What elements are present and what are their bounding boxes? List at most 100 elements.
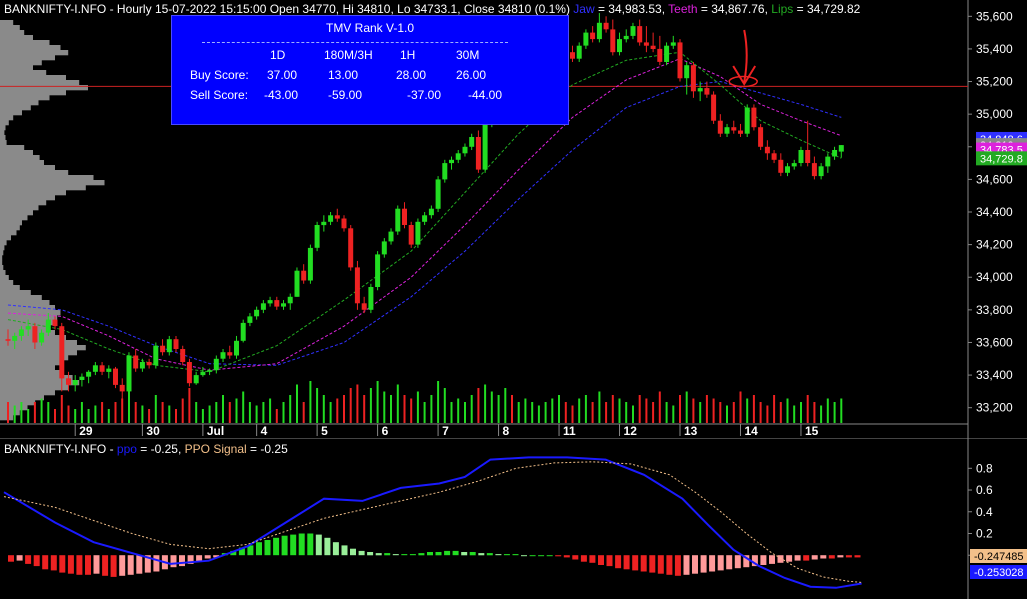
- ppo-histogram-bar: [273, 537, 280, 556]
- volume-bar: [705, 395, 708, 423]
- volume-profile-bar: [0, 25, 20, 31]
- ppo-histogram-bar: [102, 555, 109, 576]
- candle-body: [690, 65, 696, 92]
- ppo-badge-label: -0.247485: [974, 551, 1024, 563]
- ppo-histogram-bar: [657, 555, 664, 574]
- candle-body: [758, 127, 764, 147]
- candle-body: [25, 326, 31, 330]
- volume-profile-bar: [0, 385, 69, 391]
- volume-bar: [60, 395, 63, 423]
- volume-bar: [437, 381, 440, 423]
- candle-body: [475, 137, 481, 170]
- price-tick-label: 35,600: [976, 9, 1013, 23]
- volume-bar: [390, 395, 392, 423]
- candle-body: [643, 42, 649, 46]
- volume-bar: [201, 409, 204, 423]
- volume-profile-bar: [0, 240, 7, 246]
- ppo-histogram-bar: [42, 555, 49, 570]
- candle-body: [415, 221, 421, 245]
- volume-bar: [309, 381, 312, 423]
- volume-bar: [40, 398, 43, 423]
- volume-bar: [645, 398, 648, 423]
- candle-body: [281, 303, 286, 307]
- ppo-histogram-bar: [204, 555, 211, 559]
- volume-bar: [282, 402, 285, 423]
- ppo-histogram-bar: [632, 555, 639, 571]
- candle-body: [12, 335, 18, 341]
- ppo-histogram-bar: [315, 534, 322, 556]
- candle-body: [126, 355, 132, 392]
- volume-profile-bar: [0, 255, 3, 261]
- volume-bar: [759, 402, 762, 423]
- candle-body: [186, 362, 192, 384]
- candle-body: [764, 146, 770, 154]
- volume-bar: [484, 384, 487, 423]
- time-tick-label: 8: [503, 424, 510, 438]
- candle-body: [213, 358, 219, 371]
- ppo-histogram-bar: [666, 555, 673, 575]
- volume-bar: [67, 405, 70, 423]
- ppo-histogram-bar: [59, 555, 66, 573]
- volume-bar: [726, 405, 728, 423]
- volume-bar: [27, 409, 30, 423]
- volume-bar: [363, 395, 366, 423]
- sell-score-label: Sell Score:: [190, 88, 249, 102]
- candle-body: [166, 339, 172, 353]
- candle-body: [368, 287, 374, 310]
- tmv-rank-title: TMV Rank V-1.0: [325, 21, 415, 35]
- volume-bar: [255, 405, 258, 423]
- volume-bar: [423, 402, 426, 423]
- volume-bar: [430, 395, 433, 423]
- volume-bar: [269, 398, 272, 423]
- ppo-histogram-bar: [435, 552, 442, 556]
- volume-bar: [685, 391, 688, 423]
- candle-body: [260, 303, 266, 310]
- volume-profile-bar: [0, 70, 47, 76]
- candle-body: [805, 150, 811, 163]
- ppo-histogram-bar: [794, 555, 801, 561]
- candle-body: [18, 329, 24, 336]
- rank-col-30m: 30M: [456, 48, 480, 62]
- candle-body: [321, 221, 327, 226]
- volume-profile-bar: [0, 260, 3, 266]
- ppo-histogram-bar: [384, 553, 391, 556]
- lips-legend-label: Lips: [771, 2, 794, 16]
- ppo-histogram-bar: [358, 550, 365, 556]
- candle-body: [180, 349, 186, 362]
- volume-bar: [208, 405, 211, 423]
- volume-profile-bar: [0, 135, 6, 141]
- volume-bar: [107, 409, 110, 423]
- volume-bar: [746, 398, 749, 423]
- volume-bar: [403, 395, 406, 423]
- candle-body: [375, 254, 381, 287]
- volume-profile-bar: [0, 20, 14, 26]
- price-tick-label: 35,400: [976, 42, 1013, 56]
- volume-bar: [618, 398, 621, 423]
- ppo-histogram-bar: [580, 555, 587, 562]
- ppo-histogram-bar: [786, 555, 793, 562]
- ppo-histogram-bar: [281, 535, 288, 556]
- volume-profile-bar: [0, 395, 44, 401]
- volume-bar: [470, 395, 473, 423]
- ppo-chart[interactable]: 0.80.60.40.20.0-0.247485-0.253028: [0, 438, 1027, 599]
- ppo-histogram-bar: [854, 555, 861, 558]
- candle-body: [133, 355, 139, 369]
- volume-bar: [416, 391, 419, 423]
- volume-bar: [148, 409, 151, 423]
- volume-bar: [665, 402, 668, 423]
- price-header: BANKNIFTY-I.NFO - Hourly 15-07-2022 15:1…: [4, 2, 861, 16]
- volume-profile-bar: [0, 365, 55, 371]
- candle-body: [72, 380, 78, 385]
- time-tick-label: 29: [79, 424, 93, 438]
- volume-profile-bar: [0, 220, 22, 226]
- volume-profile-bar: [0, 350, 77, 356]
- volume-bar: [800, 402, 802, 423]
- volume-bar: [531, 402, 534, 423]
- ppo-histogram-bar: [392, 554, 399, 556]
- price-tick-label: 34,200: [976, 238, 1013, 252]
- candle-body: [220, 352, 226, 359]
- candle-body: [717, 120, 723, 134]
- candle-body: [738, 130, 743, 134]
- candle-body: [395, 208, 401, 232]
- volume-bar: [228, 402, 231, 423]
